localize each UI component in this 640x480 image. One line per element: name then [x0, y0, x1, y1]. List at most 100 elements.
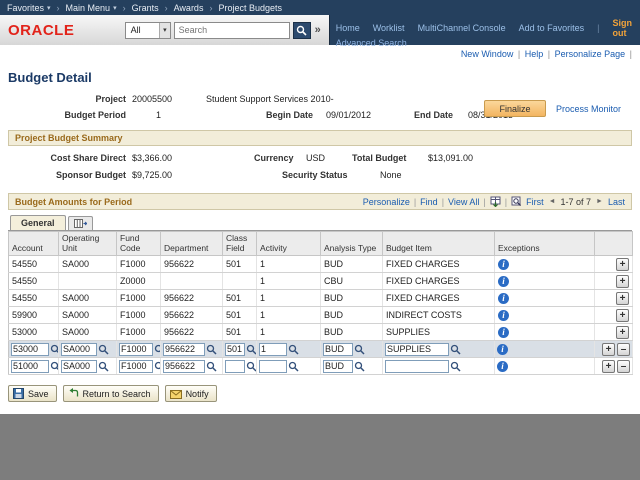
- lookup-icon[interactable]: [50, 344, 59, 355]
- global-search: All ▾ »: [125, 22, 321, 39]
- activity-input[interactable]: [259, 360, 287, 373]
- home-link[interactable]: Home: [336, 23, 360, 33]
- save-button[interactable]: Save: [8, 385, 57, 402]
- cell-class-field: 501: [223, 290, 257, 307]
- activity-input[interactable]: [259, 343, 287, 356]
- grid-row: 54550Z00001CBUFIXED CHARGESi+: [9, 273, 633, 290]
- total-budget-label: Total Budget: [352, 153, 422, 163]
- operating-unit-input[interactable]: [61, 360, 97, 373]
- lookup-icon[interactable]: [246, 361, 257, 372]
- header-right: Home Worklist MultiChannel Console Add t…: [330, 15, 640, 45]
- class-field-input[interactable]: [225, 360, 245, 373]
- find-link[interactable]: Find: [420, 197, 438, 207]
- analysis-type-input[interactable]: [323, 360, 353, 373]
- cost-share-label: Cost Share Direct: [8, 153, 126, 163]
- project-description: Student Support Services 2010-: [206, 94, 334, 104]
- lookup-icon[interactable]: [50, 361, 59, 372]
- notify-button[interactable]: Notify: [165, 385, 217, 402]
- department-input[interactable]: [163, 360, 205, 373]
- account-input[interactable]: [11, 360, 49, 373]
- add-row-button[interactable]: +: [616, 275, 629, 288]
- lookup-icon[interactable]: [154, 361, 161, 372]
- expand-search-icon[interactable]: »: [315, 24, 321, 36]
- zoom-grid-icon[interactable]: [511, 196, 522, 207]
- worklist-link[interactable]: Worklist: [373, 23, 405, 33]
- tab-general[interactable]: General: [10, 215, 66, 230]
- exception-info-icon[interactable]: i: [497, 361, 508, 372]
- lookup-icon[interactable]: [98, 344, 109, 355]
- cell-fund-code: [117, 341, 161, 358]
- add-row-button[interactable]: +: [602, 360, 615, 373]
- exception-info-icon[interactable]: i: [497, 344, 508, 355]
- process-monitor-link[interactable]: Process Monitor: [556, 104, 621, 114]
- lookup-icon[interactable]: [450, 344, 461, 355]
- department-input[interactable]: [163, 343, 205, 356]
- search-scope-select[interactable]: All ▾: [125, 22, 171, 39]
- search-go-button[interactable]: [293, 22, 311, 39]
- sign-out-link[interactable]: Sign out: [613, 18, 633, 38]
- exception-info-icon[interactable]: i: [498, 327, 509, 338]
- view-all-link[interactable]: View All: [448, 197, 479, 207]
- column-header-budget-item: Budget Item: [383, 232, 495, 256]
- lookup-icon[interactable]: [288, 344, 299, 355]
- new-window-link[interactable]: New Window: [461, 49, 514, 59]
- last-link[interactable]: Last: [608, 197, 625, 207]
- add-row-button[interactable]: +: [602, 343, 615, 356]
- breadcrumb-project-budgets[interactable]: Project Budgets: [218, 3, 282, 13]
- lookup-icon[interactable]: [206, 344, 217, 355]
- separator: |: [442, 197, 444, 207]
- search-input[interactable]: [174, 22, 290, 39]
- previous-page-icon[interactable]: ◄: [548, 198, 557, 205]
- lookup-icon[interactable]: [246, 344, 257, 355]
- cell-operating-unit: [59, 341, 117, 358]
- lookup-icon[interactable]: [354, 344, 365, 355]
- lookup-icon[interactable]: [98, 361, 109, 372]
- cell-analysis-type: BUD: [321, 256, 383, 273]
- add-row-button[interactable]: +: [616, 326, 629, 339]
- exception-info-icon[interactable]: i: [498, 276, 509, 287]
- budget-item-input[interactable]: [385, 360, 449, 373]
- next-page-icon[interactable]: ►: [595, 198, 604, 205]
- fund-code-input[interactable]: [119, 343, 153, 356]
- breadcrumb-favorites[interactable]: Favorites ▾: [7, 3, 51, 13]
- add-to-favorites-link[interactable]: Add to Favorites: [519, 23, 585, 33]
- account-input[interactable]: [11, 343, 49, 356]
- help-link[interactable]: Help: [525, 49, 544, 59]
- lookup-icon[interactable]: [206, 361, 217, 372]
- breadcrumb-awards[interactable]: Awards: [174, 3, 204, 13]
- breadcrumb-main-menu[interactable]: Main Menu ▾: [66, 3, 117, 13]
- oracle-logo: ORACLE: [8, 22, 74, 39]
- cell-activity: 1: [257, 307, 321, 324]
- cell-fund-code: F1000: [117, 324, 161, 341]
- exception-info-icon[interactable]: i: [498, 259, 509, 270]
- lookup-icon[interactable]: [450, 361, 461, 372]
- lookup-icon[interactable]: [154, 344, 161, 355]
- multichannel-console-link[interactable]: MultiChannel Console: [418, 23, 506, 33]
- show-all-columns-tab[interactable]: [68, 216, 93, 230]
- separator: |: [630, 49, 632, 59]
- analysis-type-input[interactable]: [323, 343, 353, 356]
- personalize-link[interactable]: Personalize: [363, 197, 410, 207]
- first-link[interactable]: First: [526, 197, 544, 207]
- add-row-button[interactable]: +: [616, 258, 629, 271]
- exception-info-icon[interactable]: i: [498, 293, 509, 304]
- lookup-icon[interactable]: [354, 361, 365, 372]
- finalize-button[interactable]: Finalize: [484, 100, 546, 117]
- download-icon[interactable]: [490, 196, 501, 207]
- personalize-page-link[interactable]: Personalize Page: [555, 49, 626, 59]
- operating-unit-input[interactable]: [61, 343, 97, 356]
- delete-row-button[interactable]: –: [617, 343, 630, 356]
- exception-info-icon[interactable]: i: [498, 310, 509, 321]
- cell-operating-unit: SA000: [59, 256, 117, 273]
- budget-item-input[interactable]: [385, 343, 449, 356]
- add-row-button[interactable]: +: [616, 309, 629, 322]
- class-field-input[interactable]: [225, 343, 245, 356]
- fund-code-input[interactable]: [119, 360, 153, 373]
- breadcrumb-grants[interactable]: Grants: [132, 3, 159, 13]
- add-row-button[interactable]: +: [616, 292, 629, 305]
- delete-row-button[interactable]: –: [617, 360, 630, 373]
- separator: |: [597, 23, 599, 33]
- lookup-icon[interactable]: [288, 361, 299, 372]
- return-to-search-button[interactable]: Return to Search: [63, 385, 159, 402]
- advanced-search-link[interactable]: Advanced Search: [336, 38, 407, 48]
